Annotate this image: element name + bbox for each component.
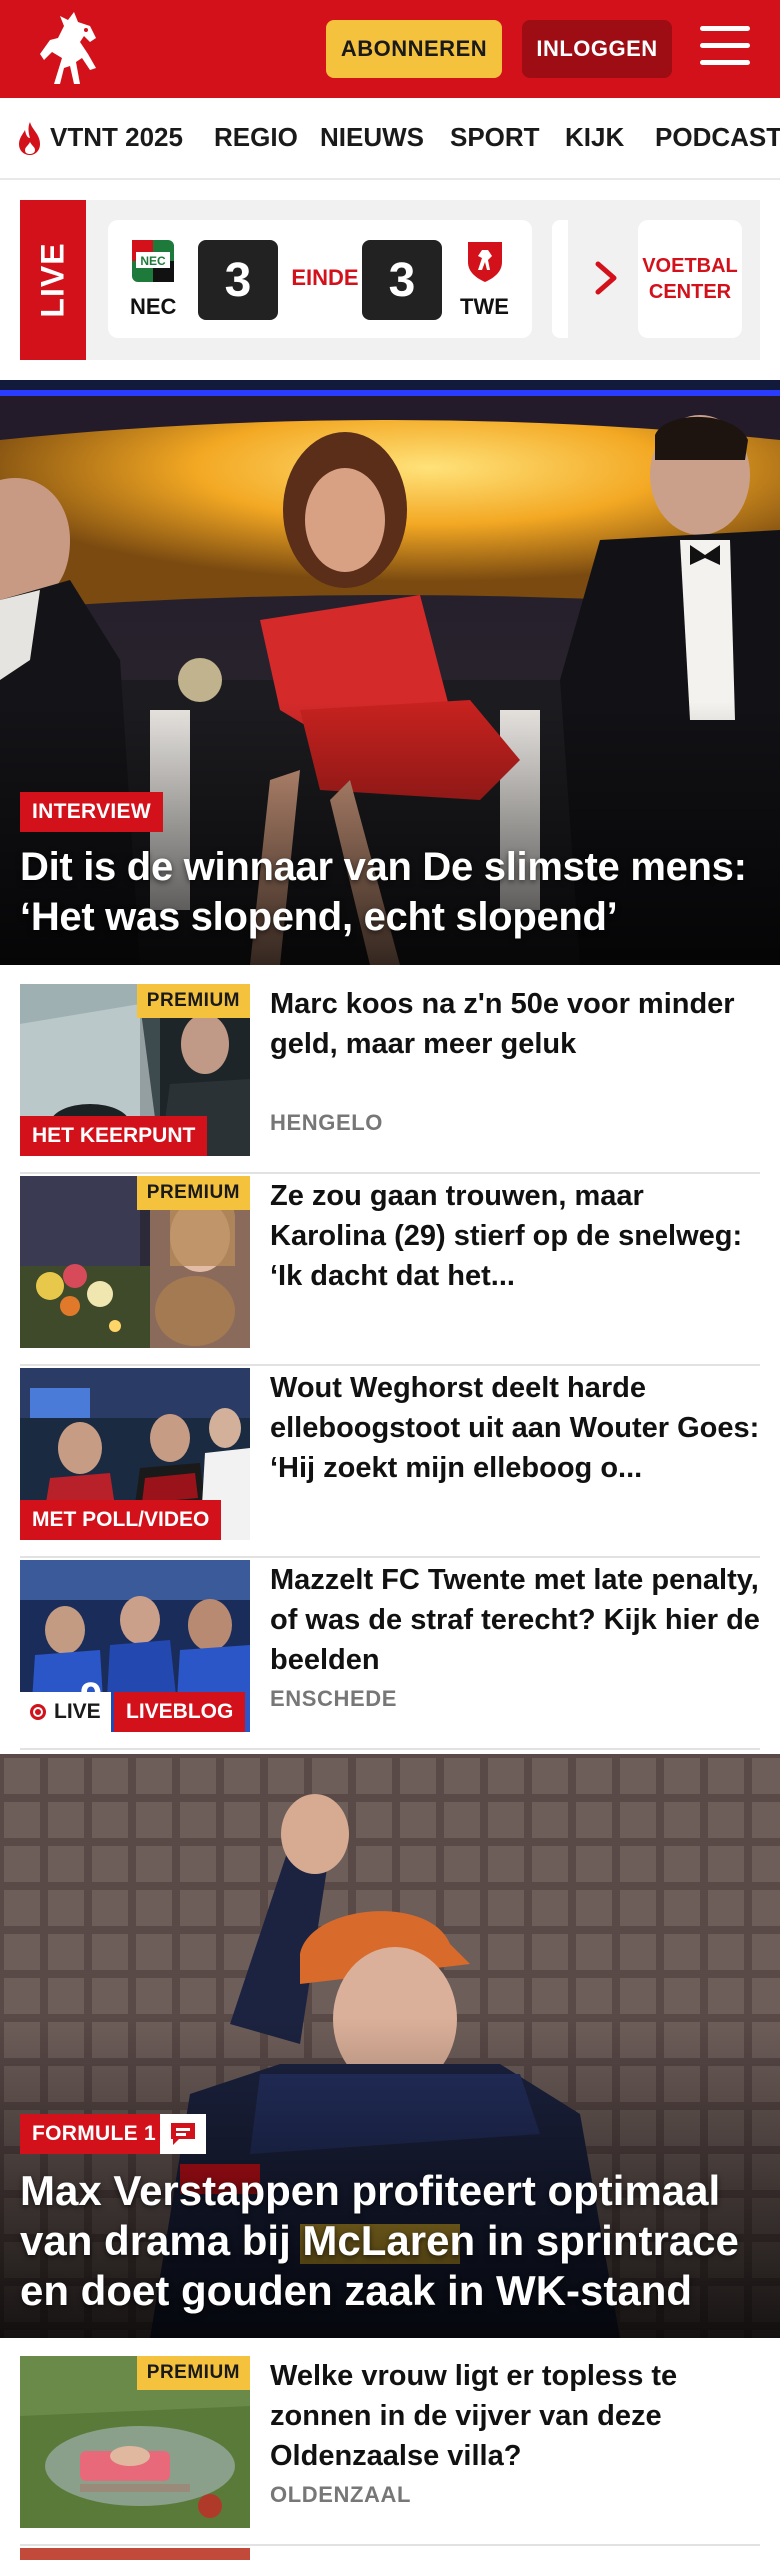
liveblog-tag: LIVEBLOG [114, 1692, 246, 1732]
article-headline[interactable]: Mazzelt FC Twente met late penalty, of w… [270, 1560, 760, 1680]
article-headline[interactable]: Marc koos na z'n 50e voor minder geld, m… [270, 984, 760, 1064]
article-thumbnail[interactable]: PREMIUM HET KEERPUNT [20, 984, 250, 1156]
article-tag: HET KEERPUNT [20, 1116, 208, 1156]
svg-text:NEC: NEC [140, 254, 166, 268]
article-tag: MET POLL/VIDEO [20, 1500, 222, 1540]
match-status: EINDE [291, 265, 359, 290]
article-thumbnail[interactable]: PREMIUM [20, 1176, 250, 1348]
live-scores-bar: LIVE NEC NEC 3 EINDE 3 TWE VOETBAL CENTE… [20, 200, 760, 360]
away-score: 3 [362, 240, 442, 320]
premium-badge: PREMIUM [136, 1176, 250, 1210]
chevron-right-icon[interactable] [592, 260, 622, 296]
site-header: ABONNEREN INLOGGEN [0, 0, 780, 98]
live-indicator-label: LIVE [54, 1700, 101, 1723]
hamburger-menu-icon[interactable] [700, 26, 752, 72]
nav-item-podcast[interactable]: PODCAST [655, 122, 780, 153]
premium-badge: PREMIUM [136, 2356, 250, 2390]
hero2-category-tag: FORMULE 1 [20, 2114, 169, 2154]
nav-item-vtnt-2025[interactable]: VTNT 2025 [50, 122, 183, 153]
article-location: HENGELO [270, 1110, 383, 1135]
article-row[interactable]: 9 LIVE LIVEBLOG Mazzelt FC Twente met la… [20, 1560, 760, 1750]
match-card[interactable]: NEC NEC 3 EINDE 3 TWE [108, 220, 532, 338]
article-headline[interactable]: Ze zou gaan trouwen, maar Karolina (29) … [270, 1176, 760, 1296]
nav-item-nieuws[interactable]: NIEUWS [320, 122, 424, 153]
comments-icon[interactable] [160, 2114, 206, 2154]
premium-badge: PREMIUM [136, 984, 250, 1018]
away-team-name: TWE [460, 294, 509, 319]
article-row[interactable]: MET POLL/VIDEO Wout Weghorst deelt harde… [20, 1368, 760, 1558]
hero-article[interactable]: INTERVIEW Dit is de winnaar van De slims… [0, 380, 780, 965]
fc-twente-club-logo-icon [468, 242, 502, 282]
live-indicator: LIVE [20, 1692, 111, 1732]
article-row[interactable]: PREMIUM HET KEERPUNT Marc koos na z'n 50… [20, 984, 760, 1174]
login-button[interactable]: INLOGGEN [522, 20, 672, 78]
article-thumbnail[interactable]: MET POLL/VIDEO [20, 1368, 250, 1540]
tubantia-horse-logo-icon[interactable] [34, 8, 108, 90]
article-headline[interactable]: Welke vrouw ligt er topless te zonnen in… [270, 2356, 760, 2476]
article-thumbnail[interactable]: PREMIUM [20, 2356, 250, 2528]
article-headline[interactable]: Wout Weghorst deelt harde elleboogstoot … [270, 1368, 760, 1488]
scores-next-area: VOETBAL CENTER [552, 220, 752, 338]
article-row-partial[interactable] [20, 2548, 760, 2560]
nec-club-logo-icon: NEC [132, 240, 174, 282]
hero2-headline[interactable]: Max Verstappen profiteert optimaal van d… [20, 2166, 760, 2316]
hero-category-tag: INTERVIEW [20, 792, 163, 832]
article-location: OLDENZAAL [270, 2482, 412, 2507]
main-nav: VTNT 2025 REGIO NIEUWS SPORT KIJK PODCAS… [0, 98, 780, 180]
nav-item-sport[interactable]: SPORT [450, 122, 540, 153]
hero-article-f1[interactable]: FORMULE 1 Max Verstappen profiteert opti… [0, 1754, 780, 2338]
article-row[interactable]: PREMIUM Ze zou gaan trouwen, maar Karoli… [20, 1176, 760, 1366]
nav-item-kijk[interactable]: KIJK [565, 122, 624, 153]
home-score: 3 [198, 240, 278, 320]
hero-headline[interactable]: Dit is de winnaar van De slimste mens: ‘… [20, 842, 760, 942]
live-tab-label: LIVE [34, 242, 71, 318]
subscribe-button[interactable]: ABONNEREN [326, 20, 502, 78]
live-tab[interactable]: LIVE [20, 200, 86, 360]
flame-icon [19, 122, 40, 155]
next-match-card-stub[interactable] [552, 220, 568, 338]
article-thumbnail[interactable] [20, 2548, 250, 2560]
voetbal-center-button[interactable]: VOETBAL CENTER [638, 220, 742, 338]
live-dot-icon [30, 1704, 46, 1720]
home-team-name: NEC [130, 294, 177, 319]
article-thumbnail[interactable]: 9 LIVE LIVEBLOG [20, 1560, 250, 1732]
article-location: ENSCHEDE [270, 1686, 398, 1711]
article-row[interactable]: PREMIUM Welke vrouw ligt er topless te z… [20, 2356, 760, 2546]
nav-item-regio[interactable]: REGIO [214, 122, 298, 153]
